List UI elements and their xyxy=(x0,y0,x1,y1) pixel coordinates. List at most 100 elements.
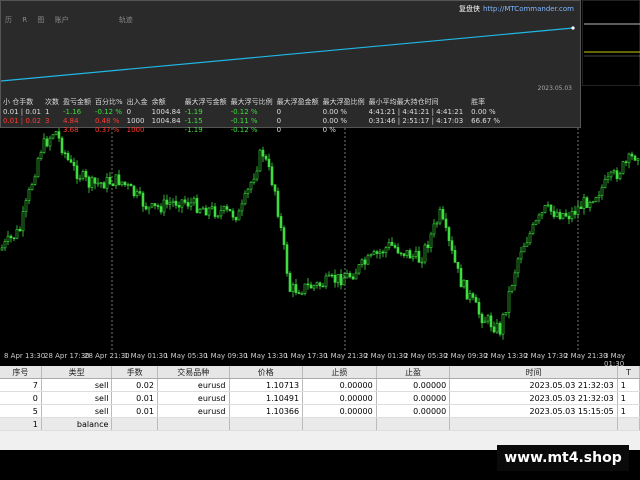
time-axis-label: 2 May 13:30 xyxy=(484,352,528,360)
candle-body xyxy=(537,214,541,222)
candle-body xyxy=(465,279,469,300)
candle-body xyxy=(279,216,283,228)
time-axis-label: 8 Apr 13:30 xyxy=(4,352,46,360)
order-cell: 0.00000 xyxy=(302,378,377,392)
stats-header-row: 小 仓手数 次数 盈亏金额 百分比% 出入金 余额 最大浮亏金额 最大浮亏比例 最大浮盈金额 最大… xyxy=(1,97,502,107)
candle-body xyxy=(96,182,100,185)
time-axis-label: 28 Apr 17:30 xyxy=(44,352,90,360)
candle-body xyxy=(492,326,496,333)
candle-body xyxy=(276,190,280,217)
order-cell: sell xyxy=(41,404,113,418)
time-axis-label: 1 May 13:30 xyxy=(244,352,288,360)
candle-body xyxy=(471,293,475,298)
candle-body xyxy=(102,182,106,189)
candle-body xyxy=(546,204,550,207)
candle-body xyxy=(591,201,595,203)
candle-body xyxy=(573,210,577,215)
order-cell: 0.00000 xyxy=(376,378,451,392)
candle-body xyxy=(147,206,151,210)
stats-cell xyxy=(367,125,466,134)
brand-url[interactable]: http://MTCommander.com xyxy=(483,5,574,13)
order-cell: 1 xyxy=(617,378,640,392)
candle-body xyxy=(69,159,73,163)
candle-body xyxy=(408,250,412,259)
candle-body xyxy=(438,208,442,224)
stats-cell: 0.00 % xyxy=(471,107,496,116)
stats-cell: 0 xyxy=(276,107,282,116)
candle-body xyxy=(243,193,247,205)
candle-body xyxy=(525,242,529,247)
indicator-mini-panel xyxy=(582,0,640,86)
equity-line xyxy=(1,27,574,82)
candle-body xyxy=(375,251,379,254)
balance-row[interactable]: 1 balance xyxy=(0,417,640,431)
candle-body xyxy=(540,212,544,216)
stats-cell: 0 xyxy=(276,116,282,125)
time-axis-label: 2 May 01:30 xyxy=(364,352,408,360)
candle-body xyxy=(258,149,262,172)
stats-cell: 最大浮亏比例 xyxy=(230,98,273,106)
candle-body xyxy=(93,177,97,184)
order-cell: 7 xyxy=(0,378,42,392)
candle-body xyxy=(597,195,601,198)
orders-table: 序号 类型 手数 交易品种 价格 止损 止盈 时间 T 7 sell 0.02 eurusd 1.107… xyxy=(0,366,640,431)
order-cell-empty xyxy=(302,417,377,431)
candle-body xyxy=(570,210,574,220)
stats-cell: -1.16 xyxy=(62,107,82,116)
candle-body xyxy=(582,197,586,210)
order-cell: 0.02 xyxy=(111,378,158,392)
candle-body xyxy=(561,213,565,220)
candle-body xyxy=(165,199,169,205)
candle-body xyxy=(516,258,520,274)
time-axis-label: 2 May 09:30 xyxy=(444,352,488,360)
candle-body xyxy=(495,322,499,333)
candle-body xyxy=(201,207,205,210)
candle-body xyxy=(225,206,229,210)
order-row[interactable]: 5 sell 0.01 eurusd 1.10366 0.00000 0.00000 2023… xyxy=(0,404,640,418)
order-row[interactable]: 7 sell 0.02 eurusd 1.10713 0.00000 0.00000 2023… xyxy=(0,378,640,392)
candle-body xyxy=(474,297,478,303)
candle-body xyxy=(423,244,427,263)
candle-body xyxy=(120,181,124,186)
candle-body xyxy=(12,237,16,240)
stats-row: 0.01 | 0.02 3 4.84 0.48 % 1000 1004.84 -1.15 -0… xyxy=(1,116,502,125)
order-cell: sell xyxy=(41,378,113,392)
order-cell: 0.01 xyxy=(111,404,158,418)
candle-body xyxy=(207,207,211,216)
candle-body xyxy=(468,293,472,300)
order-row[interactable]: 0 sell 0.01 eurusd 1.10491 0.00000 0.00000 2023… xyxy=(0,391,640,405)
stats-cell: 最小平均最大持仓时间 xyxy=(368,98,439,106)
stats-cell: 最大浮亏金额 xyxy=(184,98,227,106)
candle-body xyxy=(18,228,22,232)
candle-body xyxy=(486,315,490,322)
stats-cell: 0 % xyxy=(322,125,336,134)
stats-cell: 1000 xyxy=(126,125,145,134)
order-cell: 1.10491 xyxy=(229,391,304,405)
candle-body xyxy=(87,176,91,188)
candle-body xyxy=(237,210,241,221)
candle-body xyxy=(567,215,571,220)
equity-end-dot xyxy=(571,26,575,30)
candle-body xyxy=(240,203,244,212)
candle-body xyxy=(267,158,271,168)
candle-body xyxy=(432,223,436,235)
order-cell: 0.00000 xyxy=(302,391,377,405)
candle-body xyxy=(480,313,484,324)
candle-body xyxy=(510,285,514,292)
candle-body xyxy=(144,206,148,210)
stats-cell: -0.12 % xyxy=(230,107,258,116)
candle-body xyxy=(180,199,184,208)
candle-body xyxy=(327,274,331,277)
candle-body xyxy=(528,233,532,244)
candle-body xyxy=(600,187,604,196)
stats-cell: 0 xyxy=(276,125,282,134)
candle-body xyxy=(192,198,196,204)
order-cell: 交易品种 xyxy=(157,366,230,379)
candle-body xyxy=(618,173,622,179)
stats-cell xyxy=(469,125,502,134)
brand-label[interactable]: 复盘侠 http://MTCommander.com xyxy=(459,4,574,14)
candle-body xyxy=(177,205,181,208)
stats-cell: 0 xyxy=(126,107,132,116)
candle-body xyxy=(633,155,637,161)
stats-cell xyxy=(1,125,43,134)
